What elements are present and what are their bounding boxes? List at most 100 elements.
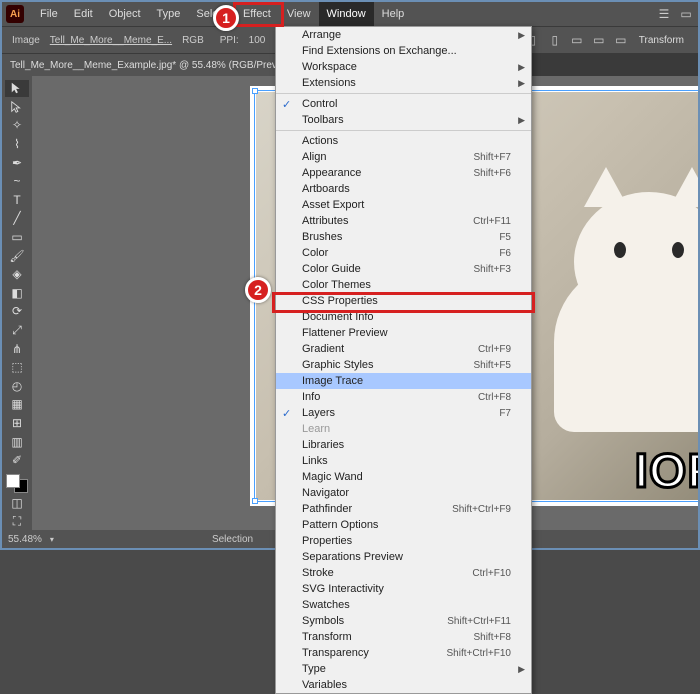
rotate-tool[interactable]: ⟳ bbox=[5, 303, 29, 320]
arrange-icon[interactable]: ▭ bbox=[678, 6, 694, 22]
menu-type[interactable]: Type bbox=[149, 2, 189, 26]
align-right-icon[interactable]: ▯ bbox=[547, 32, 563, 48]
shortcut-label: Ctrl+F11 bbox=[473, 216, 511, 227]
menu-item-actions[interactable]: Actions bbox=[276, 133, 531, 149]
menu-item-pattern-options[interactable]: Pattern Options bbox=[276, 517, 531, 533]
menu-object[interactable]: Object bbox=[101, 2, 149, 26]
shortcut-label: F6 bbox=[499, 248, 511, 259]
menu-item-variables[interactable]: Variables bbox=[276, 677, 531, 693]
menu-item-info[interactable]: InfoCtrl+F8 bbox=[276, 389, 531, 405]
linked-file-name[interactable]: Tell_Me_More__Meme_E... bbox=[50, 35, 172, 46]
menu-item-label: Layers bbox=[302, 407, 335, 419]
menu-item-symbols[interactable]: SymbolsShift+Ctrl+F11 bbox=[276, 613, 531, 629]
menu-item-swatches[interactable]: Swatches bbox=[276, 597, 531, 613]
zoom-level[interactable]: 55.48% bbox=[8, 534, 42, 545]
menu-item-learn[interactable]: Learn bbox=[276, 421, 531, 437]
menu-item-color-guide[interactable]: Color GuideShift+F3 bbox=[276, 261, 531, 277]
paintbrush-tool[interactable]: 🖌 bbox=[5, 247, 29, 264]
document-tab[interactable]: Tell_Me_More__Meme_Example.jpg* @ 55.48%… bbox=[2, 54, 316, 76]
direct-selection-tool[interactable] bbox=[5, 99, 29, 116]
lasso-tool[interactable]: ⌇ bbox=[5, 136, 29, 153]
scale-tool[interactable]: ⤢ bbox=[5, 322, 29, 339]
line-tool[interactable]: ╱ bbox=[5, 210, 29, 227]
menu-item-label: Workspace bbox=[302, 61, 357, 73]
menu-item-label: Pathfinder bbox=[302, 503, 352, 515]
type-tool[interactable]: T bbox=[5, 192, 29, 209]
curvature-tool[interactable]: ~ bbox=[5, 173, 29, 190]
menu-item-label: Graphic Styles bbox=[302, 359, 374, 371]
pen-tool[interactable]: ✒ bbox=[5, 154, 29, 171]
menu-item-libraries[interactable]: Libraries bbox=[276, 437, 531, 453]
menu-item-label: Type bbox=[302, 663, 326, 675]
menu-item-pathfinder[interactable]: PathfinderShift+Ctrl+F9 bbox=[276, 501, 531, 517]
menu-item-brushes[interactable]: BrushesF5 bbox=[276, 229, 531, 245]
menu-item-appearance[interactable]: AppearanceShift+F6 bbox=[276, 165, 531, 181]
align-middle-icon[interactable]: ▭ bbox=[591, 32, 607, 48]
free-transform-tool[interactable]: ⬚ bbox=[5, 359, 29, 376]
selection-tool[interactable] bbox=[5, 80, 29, 97]
menu-item-flattener-preview[interactable]: Flattener Preview bbox=[276, 325, 531, 341]
width-tool[interactable]: ⋔ bbox=[5, 340, 29, 357]
menu-item-asset-export[interactable]: Asset Export bbox=[276, 197, 531, 213]
menu-item-graphic-styles[interactable]: Graphic StylesShift+F5 bbox=[276, 357, 531, 373]
gradient-tool[interactable]: ▥ bbox=[5, 433, 29, 450]
shaper-tool[interactable]: ◈ bbox=[5, 266, 29, 283]
menu-help[interactable]: Help bbox=[374, 2, 413, 26]
menu-item-separations-preview[interactable]: Separations Preview bbox=[276, 549, 531, 565]
rectangle-tool[interactable]: ▭ bbox=[5, 229, 29, 246]
menu-item-color[interactable]: ColorF6 bbox=[276, 245, 531, 261]
submenu-arrow-icon: ▶ bbox=[518, 664, 525, 675]
menu-item-label: Flattener Preview bbox=[302, 327, 388, 339]
fill-swatch[interactable] bbox=[6, 474, 20, 488]
menu-item-transform[interactable]: TransformShift+F8 bbox=[276, 629, 531, 645]
menu-view[interactable]: View bbox=[279, 2, 319, 26]
align-bottom-icon[interactable]: ▭ bbox=[613, 32, 629, 48]
menu-item-arrange[interactable]: Arrange▶ bbox=[276, 27, 531, 43]
eyedropper-tool[interactable]: ✐ bbox=[5, 452, 29, 469]
menu-item-extensions[interactable]: Extensions▶ bbox=[276, 75, 531, 91]
menu-separator bbox=[276, 130, 531, 131]
shortcut-label: Shift+Ctrl+F11 bbox=[447, 616, 511, 627]
submenu-arrow-icon: ▶ bbox=[518, 78, 525, 89]
menu-item-color-themes[interactable]: Color Themes bbox=[276, 277, 531, 293]
menu-edit[interactable]: Edit bbox=[66, 2, 101, 26]
menu-item-label: Align bbox=[302, 151, 326, 163]
mesh-tool[interactable]: ⊞ bbox=[5, 415, 29, 432]
menu-item-image-trace[interactable]: Image Trace bbox=[276, 373, 531, 389]
menu-item-label: Swatches bbox=[302, 599, 350, 611]
color-swatches[interactable] bbox=[6, 474, 28, 492]
shortcut-label: Shift+Ctrl+F10 bbox=[447, 648, 511, 659]
tab-title: Tell_Me_More__Meme_Example.jpg* @ 55.48%… bbox=[10, 60, 295, 71]
magic-wand-tool[interactable]: ✧ bbox=[5, 117, 29, 134]
search-icon[interactable]: ☰ bbox=[656, 6, 672, 22]
menu-item-label: Separations Preview bbox=[302, 551, 403, 563]
menu-item-properties[interactable]: Properties bbox=[276, 533, 531, 549]
screen-mode-icon[interactable]: ⛶ bbox=[5, 513, 29, 530]
menu-item-type[interactable]: Type ▶ bbox=[276, 661, 531, 677]
menu-item-magic-wand[interactable]: Magic Wand bbox=[276, 469, 531, 485]
eraser-tool[interactable]: ◧ bbox=[5, 285, 29, 302]
menu-item-layers[interactable]: ✓LayersF7 bbox=[276, 405, 531, 421]
draw-mode-icon[interactable]: ◫ bbox=[5, 495, 29, 512]
menu-item-gradient[interactable]: GradientCtrl+F9 bbox=[276, 341, 531, 357]
menu-item-control[interactable]: ✓Control bbox=[276, 96, 531, 112]
shape-builder-tool[interactable]: ◴ bbox=[5, 378, 29, 395]
menu-item-artboards[interactable]: Artboards bbox=[276, 181, 531, 197]
align-top-icon[interactable]: ▭ bbox=[569, 32, 585, 48]
menu-item-svg-interactivity[interactable]: SVG Interactivity bbox=[276, 581, 531, 597]
menu-item-stroke[interactable]: StrokeCtrl+F10 bbox=[276, 565, 531, 581]
menu-item-links[interactable]: Links bbox=[276, 453, 531, 469]
menu-item-align[interactable]: AlignShift+F7 bbox=[276, 149, 531, 165]
menu-item-find-extensions-on-exchange-[interactable]: Find Extensions on Exchange... bbox=[276, 43, 531, 59]
menu-item-attributes[interactable]: AttributesCtrl+F11 bbox=[276, 213, 531, 229]
menu-item-workspace[interactable]: Workspace▶ bbox=[276, 59, 531, 75]
zoom-dropdown-icon[interactable]: ▾ bbox=[50, 535, 54, 544]
transform-panel-label[interactable]: Transform bbox=[635, 35, 688, 46]
menu-window[interactable]: Window bbox=[319, 2, 374, 26]
menu-file[interactable]: File bbox=[32, 2, 66, 26]
menu-item-toolbars[interactable]: Toolbars▶ bbox=[276, 112, 531, 128]
menu-item-transparency[interactable]: TransparencyShift+Ctrl+F10 bbox=[276, 645, 531, 661]
annotation-box-2 bbox=[272, 292, 535, 313]
perspective-tool[interactable]: ▦ bbox=[5, 396, 29, 413]
menu-item-navigator[interactable]: Navigator bbox=[276, 485, 531, 501]
